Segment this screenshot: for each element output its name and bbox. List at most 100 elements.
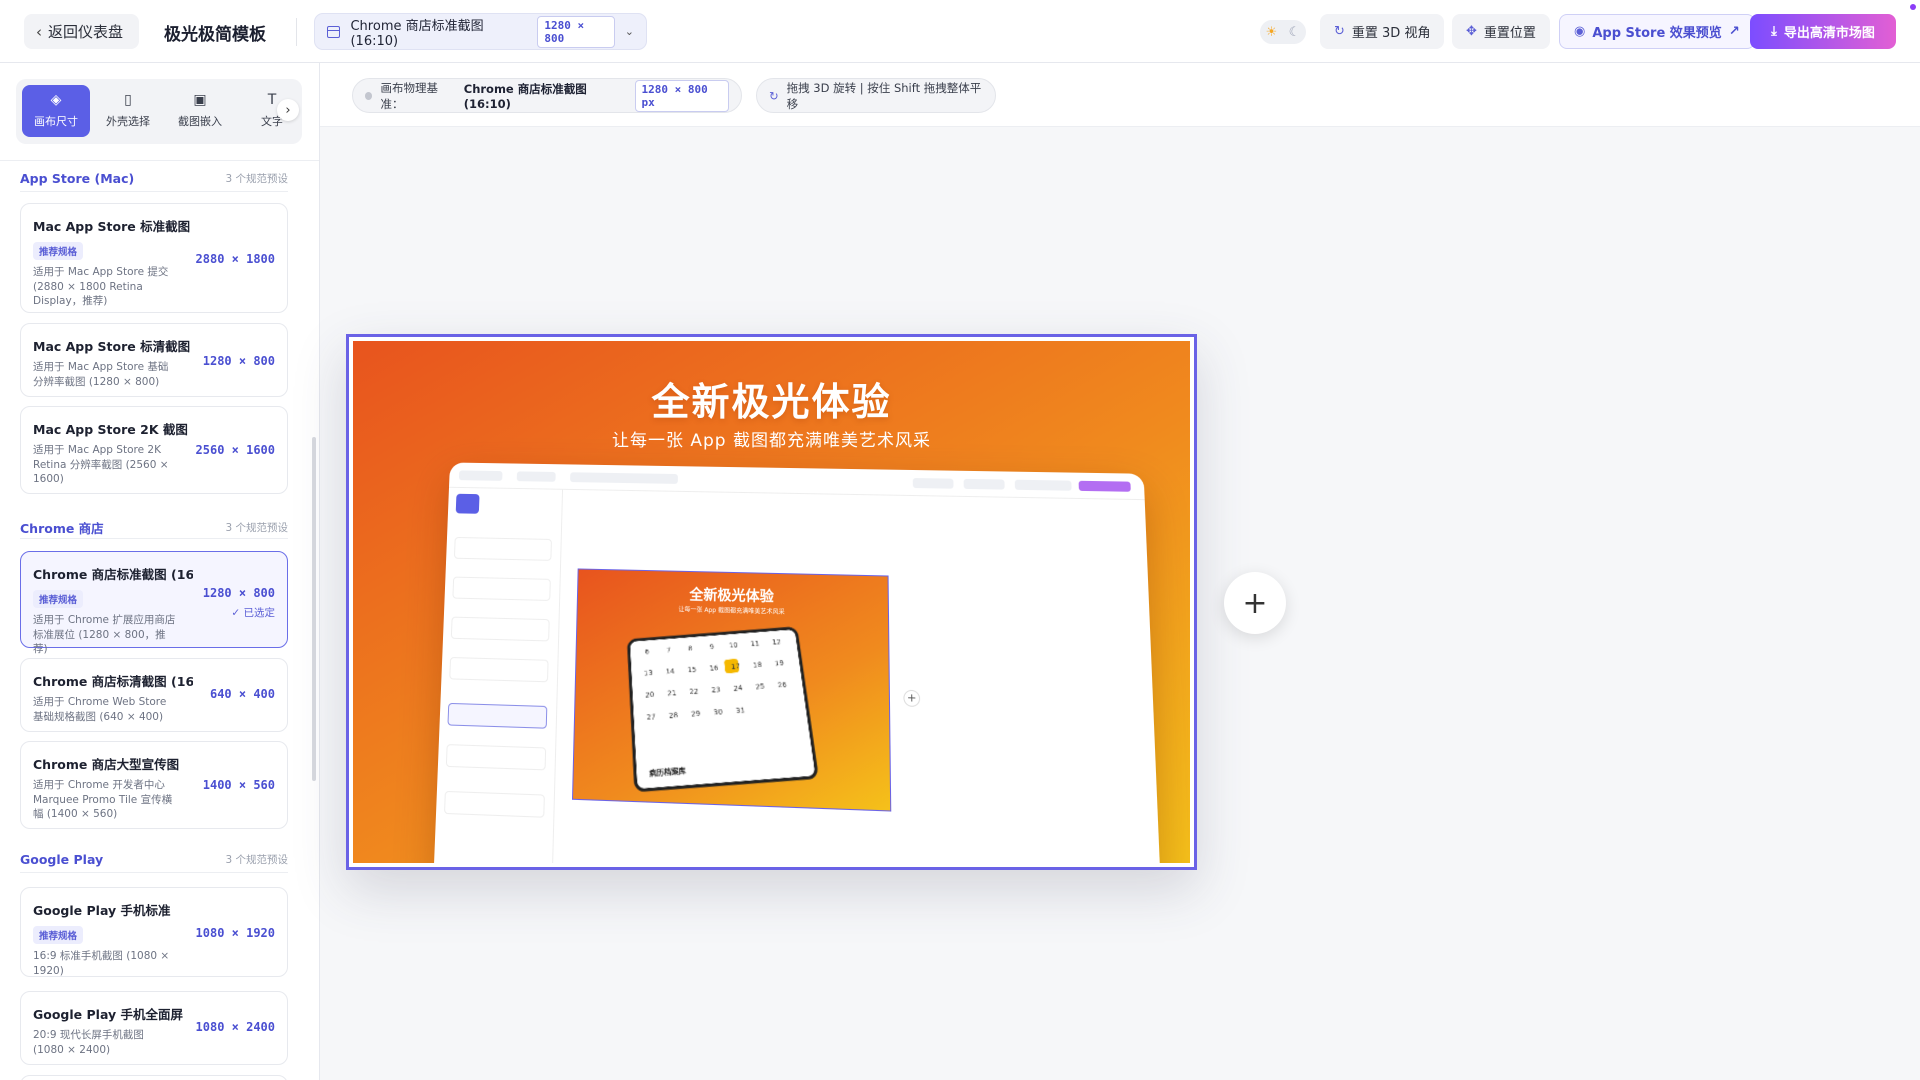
tab-label: 外壳选择 bbox=[106, 115, 150, 128]
preset-size: 1400 × 560 bbox=[202, 778, 275, 792]
preset-card[interactable]: Mac App Store 标清截图 (... 适用于 Mac App Stor… bbox=[20, 323, 288, 397]
sidebar: ◈ 画布尺寸 ▯ 外壳选择 ▣ 截图嵌入 T 文字 › App Store (M… bbox=[0, 63, 320, 1080]
selected-label: 已选定 bbox=[243, 607, 276, 619]
format-selector[interactable]: Chrome 商店标准截图 (16:10) 1280 × 800 ⌄ bbox=[314, 13, 647, 50]
preset-desc: 适用于 Chrome 扩展应用商店标准展位 (1280 × 800，推荐) bbox=[33, 614, 176, 655]
preset-name: Mac App Store 标清截图 (... bbox=[33, 339, 193, 354]
reset-position-button[interactable]: ✥ 重置位置 bbox=[1452, 14, 1550, 49]
group-count: 3 个规范预设 bbox=[225, 854, 288, 866]
sidebar-scrollbar[interactable] bbox=[312, 437, 316, 781]
group-count: 3 个规范预设 bbox=[225, 522, 288, 534]
preset-size: 640 × 400 bbox=[209, 687, 275, 701]
group-count: 3 个规范预设 bbox=[225, 173, 288, 185]
moon-icon: ☾ bbox=[1288, 24, 1301, 40]
canvas-base-size: 1280 × 800 px bbox=[634, 79, 730, 112]
download-icon: ⤓ bbox=[1771, 24, 1777, 39]
preset-desc: 适用于 Chrome 开发者中心 Marquee Promo Tile 宣传横幅… bbox=[33, 779, 173, 820]
preset-desc: 适用于 Mac App Store 提交 (2880 × 1800 Retina… bbox=[33, 266, 169, 307]
divider bbox=[20, 538, 288, 539]
status-dot-icon bbox=[365, 91, 373, 100]
external-link-icon: ↗ bbox=[1728, 24, 1740, 39]
selected-indicator: ✓ 已选定 bbox=[231, 605, 275, 620]
canvas-frame[interactable]: 全新极光体验 让每一张 App 截图都充满唯美艺术风采 全新极光体验 让每一张 … bbox=[346, 334, 1197, 870]
export-button[interactable]: ⤓ 导出高清市场图 bbox=[1750, 14, 1896, 49]
preset-card[interactable] bbox=[20, 1075, 288, 1080]
canvas-subtitle[interactable]: 让每一张 App 截图都充满唯美艺术风采 bbox=[353, 426, 1190, 451]
preset-card-selected[interactable]: Chrome 商店标准截图 (16:... 推荐规格 适用于 Chrome 扩展… bbox=[20, 551, 288, 655]
plus-icon: + bbox=[903, 689, 921, 708]
divider bbox=[0, 160, 319, 161]
preset-name: Mac App Store 2K 截图 (... bbox=[33, 422, 193, 437]
preset-desc: 适用于 Chrome Web Store 基础规格截图 (640 × 400) bbox=[33, 696, 167, 723]
top-bar: ‹ 返回仪表盘 极光极简模板 Chrome 商店标准截图 (16:10) 128… bbox=[0, 0, 1920, 63]
canvas-base-label: 画布物理基准： bbox=[380, 80, 438, 111]
mockup-canvas: 全新极光体验 让每一张 App 截图都充满唯美艺术风采 6 7 8 9 10 11 12 1… bbox=[571, 568, 892, 812]
sun-icon: ☀ bbox=[1265, 24, 1278, 40]
tab-canvas-size[interactable]: ◈ 画布尺寸 bbox=[22, 85, 90, 137]
preset-size: 1080 × 2400 bbox=[195, 1020, 275, 1034]
preset-card[interactable]: Google Play 手机标准 推荐规格 16:9 标准手机截图 (1080 … bbox=[20, 887, 288, 977]
design-canvas[interactable]: 全新极光体验 让每一张 App 截图都充满唯美艺术风采 全新极光体验 让每一张 … bbox=[353, 341, 1190, 863]
drag-hint-pill: ↻ 拖拽 3D 旋转 | 按住 Shift 拖拽整体平移 bbox=[756, 78, 996, 113]
tab-screenshot-embed[interactable]: ▣ 截图嵌入 bbox=[166, 85, 234, 137]
rotate-icon: ↻ bbox=[769, 88, 779, 103]
canvas-headline[interactable]: 全新极光体验 bbox=[353, 371, 1190, 426]
sidebar-tabs: ◈ 画布尺寸 ▯ 外壳选择 ▣ 截图嵌入 T 文字 › bbox=[16, 79, 302, 144]
tabs-scroll-right-button[interactable]: › bbox=[277, 99, 299, 121]
notification-dot bbox=[1910, 4, 1916, 10]
preset-name: Google Play 手机标准 bbox=[33, 903, 171, 918]
preset-desc: 适用于 Mac App Store 基础分辨率截图 (1280 × 800) bbox=[33, 361, 169, 388]
recommended-badge: 推荐规格 bbox=[33, 242, 84, 260]
tab-label: 画布尺寸 bbox=[34, 115, 78, 128]
preset-size: 1280 × 800 bbox=[202, 354, 275, 368]
drag-hint-text: 拖拽 3D 旋转 | 按住 Shift 拖拽整体平移 bbox=[786, 80, 982, 111]
layers-icon: ◈ bbox=[50, 92, 62, 108]
canvas-base-pill: 画布物理基准： Chrome 商店标准截图 (16:10) 1280 × 800… bbox=[352, 78, 742, 113]
preset-name: Chrome 商店标清截图 (16:10) bbox=[33, 674, 193, 689]
recommended-badge: 推荐规格 bbox=[33, 590, 84, 608]
preset-card[interactable]: Chrome 商店标清截图 (16:10) 适用于 Chrome Web Sto… bbox=[20, 658, 288, 732]
template-title: 极光极简模板 bbox=[164, 25, 266, 45]
check-icon: ✓ bbox=[231, 607, 241, 619]
group-title: App Store (Mac) bbox=[20, 171, 135, 186]
app-store-preview-button[interactable]: ◉ App Store 效果预览 ↗ bbox=[1559, 14, 1755, 49]
device-mockup[interactable]: 全新极光体验 让每一张 App 截图都充满唯美艺术风采 6 7 8 9 10 11 12 1… bbox=[433, 462, 1162, 863]
theme-toggle[interactable]: ☀ ☾ bbox=[1260, 20, 1306, 44]
preset-card[interactable]: Mac App Store 标准截图 ... 推荐规格 适用于 Mac App … bbox=[20, 203, 288, 313]
image-icon: ▣ bbox=[193, 92, 207, 108]
preset-name: Chrome 商店大型宣传图 bbox=[33, 757, 180, 772]
reset-3d-view-button[interactable]: ↻ 重置 3D 视角 bbox=[1320, 14, 1445, 49]
export-label: 导出高清市场图 bbox=[1783, 26, 1875, 41]
preset-card[interactable]: Mac App Store 2K 截图 (... 适用于 Mac App Sto… bbox=[20, 406, 288, 494]
group-header-google-play: Google Play 3 个规范预设 bbox=[20, 852, 288, 867]
group-header-chrome: Chrome 商店 3 个规范预设 bbox=[20, 518, 288, 537]
recommended-badge: 推荐规格 bbox=[33, 926, 84, 944]
back-to-dashboard-button[interactable]: ‹ 返回仪表盘 bbox=[24, 14, 140, 49]
divider bbox=[296, 18, 297, 46]
tab-frame-select[interactable]: ▯ 外壳选择 bbox=[94, 85, 162, 137]
rotate-icon: ↻ bbox=[1334, 24, 1345, 39]
preset-size: 1080 × 1920 bbox=[195, 926, 275, 940]
phone-icon: ▯ bbox=[124, 92, 132, 108]
eye-icon: ◉ bbox=[1574, 24, 1586, 39]
format-name: Chrome 商店标准截图 (16:10) bbox=[350, 18, 484, 49]
group-title: Chrome 商店 bbox=[20, 521, 104, 536]
preset-name: Mac App Store 标准截图 ... bbox=[33, 219, 193, 234]
chevron-down-icon: ⌄ bbox=[624, 25, 634, 38]
reset-pos-label: 重置位置 bbox=[1483, 26, 1536, 41]
mockup-sidebar bbox=[433, 487, 564, 863]
preset-desc: 适用于 Mac App Store 2K Retina 分辨率截图 (2560 … bbox=[33, 444, 169, 485]
add-element-button[interactable]: + bbox=[1224, 572, 1286, 634]
preset-desc: 20:9 现代长屏手机截图 (1080 × 2400) bbox=[33, 1029, 144, 1056]
reset-3d-label: 重置 3D 视角 bbox=[1351, 26, 1431, 41]
divider bbox=[20, 191, 288, 192]
plus-icon: + bbox=[1242, 585, 1268, 621]
preset-name: Chrome 商店标准截图 (16:... bbox=[33, 567, 193, 582]
preset-desc: 16:9 标准手机截图 (1080 × 1920) bbox=[33, 950, 170, 977]
move-icon: ✥ bbox=[1466, 24, 1477, 39]
format-size-badge: 1280 × 800 bbox=[537, 15, 615, 48]
preset-card[interactable]: Chrome 商店大型宣传图 适用于 Chrome 开发者中心 Marquee … bbox=[20, 741, 288, 829]
tab-label: 截图嵌入 bbox=[178, 115, 222, 128]
preset-card[interactable]: Google Play 手机全面屏 20:9 现代长屏手机截图 (1080 × … bbox=[20, 991, 288, 1065]
back-label: 返回仪表盘 bbox=[48, 23, 124, 41]
